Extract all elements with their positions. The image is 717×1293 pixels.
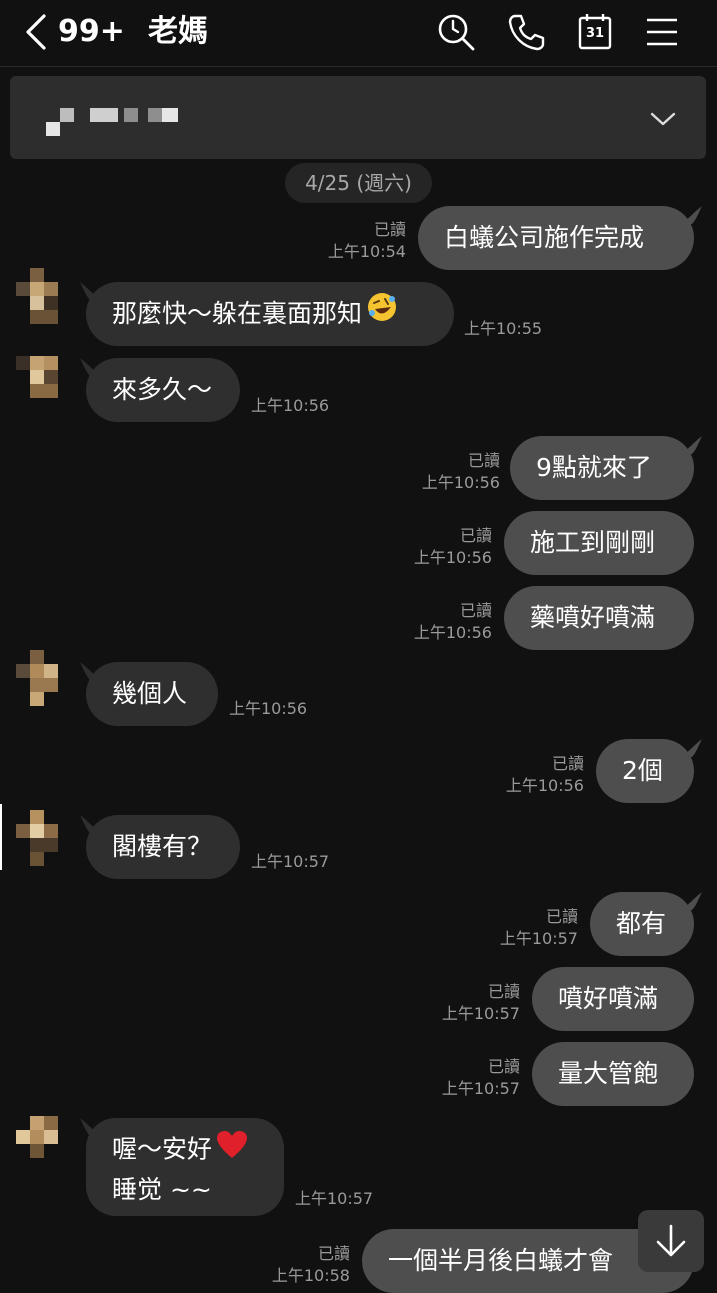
message-text: 那麼快～躲在裏面那知 bbox=[112, 299, 363, 328]
pixelated-text bbox=[162, 108, 178, 122]
read-receipt: 已讀 bbox=[487, 982, 520, 1001]
bubble-tail-icon bbox=[680, 739, 702, 757]
message-time: 上午10:57 bbox=[441, 1079, 520, 1098]
menu-icon[interactable] bbox=[643, 12, 683, 52]
message-meta: 已讀 上午10:54 bbox=[300, 219, 406, 263]
contact-avatar[interactable] bbox=[16, 810, 72, 866]
contact-avatar[interactable] bbox=[16, 1116, 72, 1172]
pixelated-text bbox=[46, 122, 60, 136]
message-time: 上午10:56 bbox=[421, 473, 500, 492]
search-icon[interactable] bbox=[436, 12, 476, 52]
read-receipt: 已讀 bbox=[545, 907, 578, 926]
contact-name: 老媽 bbox=[148, 14, 208, 49]
message-time: 上午10:57 bbox=[499, 929, 578, 948]
contact-avatar[interactable] bbox=[14, 650, 70, 706]
outgoing-message-bubble[interactable]: 施工到剛剛 bbox=[504, 511, 694, 575]
message-meta: 已讀 上午10:58 bbox=[236, 1243, 350, 1287]
chat-header: 99+ 老媽 31 bbox=[0, 0, 717, 67]
phone-icon[interactable] bbox=[506, 12, 546, 52]
date-separator: 4/25 (週六) bbox=[285, 163, 432, 203]
incoming-message-bubble[interactable]: 喔～安好 睡觉 ~~ bbox=[86, 1118, 284, 1216]
back-chevron-icon[interactable] bbox=[22, 12, 50, 52]
message-text-line-2: 睡觉 ~~ bbox=[112, 1175, 212, 1204]
outgoing-message-bubble[interactable]: 白蟻公司施作完成 bbox=[418, 206, 694, 270]
message-time: 上午10:57 bbox=[295, 1189, 374, 1208]
message-meta: 已讀 上午10:56 bbox=[386, 450, 500, 494]
outgoing-message-bubble[interactable]: 量大管飽 bbox=[532, 1042, 694, 1106]
message-time: 上午10:56 bbox=[229, 699, 308, 718]
read-receipt: 已讀 bbox=[459, 601, 492, 620]
message-meta: 已讀 上午10:57 bbox=[406, 981, 520, 1025]
read-receipt: 已讀 bbox=[551, 754, 584, 773]
incoming-message-bubble[interactable]: 來多久～ bbox=[86, 358, 240, 422]
message-time: 上午10:58 bbox=[271, 1266, 350, 1285]
incoming-message-bubble[interactable]: 那麼快～躲在裏面那知 bbox=[86, 282, 454, 346]
read-receipt: 已讀 bbox=[317, 1244, 350, 1263]
message-time: 上午10:57 bbox=[441, 1004, 520, 1023]
outgoing-message-bubble[interactable]: 9點就來了 bbox=[510, 436, 694, 500]
outgoing-message-bubble[interactable]: 都有 bbox=[590, 892, 694, 956]
message-text-line-1: 喔～安好 bbox=[112, 1134, 213, 1164]
scroll-position-indicator bbox=[0, 804, 2, 870]
message-time: 上午10:56 bbox=[505, 776, 584, 795]
message-time: 上午10:56 bbox=[413, 623, 492, 642]
read-receipt: 已讀 bbox=[459, 526, 492, 545]
pinned-notice-banner[interactable] bbox=[10, 76, 706, 159]
red-heart-emoji-icon bbox=[216, 1130, 248, 1171]
message-meta: 已讀 上午10:56 bbox=[470, 753, 584, 797]
pixelated-text bbox=[124, 108, 138, 122]
pixelated-text bbox=[60, 108, 74, 122]
message-meta: 已讀 上午10:57 bbox=[464, 906, 578, 950]
pixelated-text bbox=[90, 108, 118, 122]
message-time: 上午10:57 bbox=[251, 852, 330, 871]
message-meta: 已讀 上午10:56 bbox=[378, 600, 492, 644]
contact-avatar[interactable] bbox=[16, 356, 72, 412]
read-receipt: 已讀 bbox=[373, 220, 406, 239]
bubble-tail-icon bbox=[680, 892, 702, 910]
unread-count-badge[interactable]: 99+ bbox=[58, 12, 125, 52]
scroll-to-bottom-button[interactable] bbox=[638, 1210, 704, 1272]
incoming-message-bubble[interactable]: 幾個人 bbox=[86, 662, 218, 726]
outgoing-message-bubble[interactable]: 噴好噴滿 bbox=[532, 967, 694, 1031]
bubble-tail-icon bbox=[680, 436, 702, 454]
read-receipt: 已讀 bbox=[467, 451, 500, 470]
rolling-on-floor-laughing-emoji-icon bbox=[366, 283, 398, 347]
message-time: 上午10:56 bbox=[413, 548, 492, 567]
pixelated-text bbox=[148, 108, 162, 122]
message-meta: 已讀 上午10:56 bbox=[378, 525, 492, 569]
read-receipt: 已讀 bbox=[487, 1057, 520, 1076]
calendar-day-number: 31 bbox=[585, 26, 605, 41]
outgoing-message-bubble[interactable]: 藥噴好噴滿 bbox=[504, 586, 694, 650]
calendar-icon[interactable]: 31 bbox=[576, 12, 616, 52]
bubble-tail-icon bbox=[680, 206, 702, 224]
message-time: 上午10:56 bbox=[251, 396, 330, 415]
chevron-down-icon[interactable] bbox=[650, 108, 676, 128]
message-time: 上午10:55 bbox=[464, 319, 543, 338]
message-meta: 已讀 上午10:57 bbox=[406, 1056, 520, 1100]
arrow-down-icon bbox=[656, 1224, 686, 1257]
contact-avatar[interactable] bbox=[16, 268, 72, 324]
message-time: 上午10:54 bbox=[327, 242, 406, 261]
incoming-message-bubble[interactable]: 閣樓有？ bbox=[86, 815, 240, 879]
